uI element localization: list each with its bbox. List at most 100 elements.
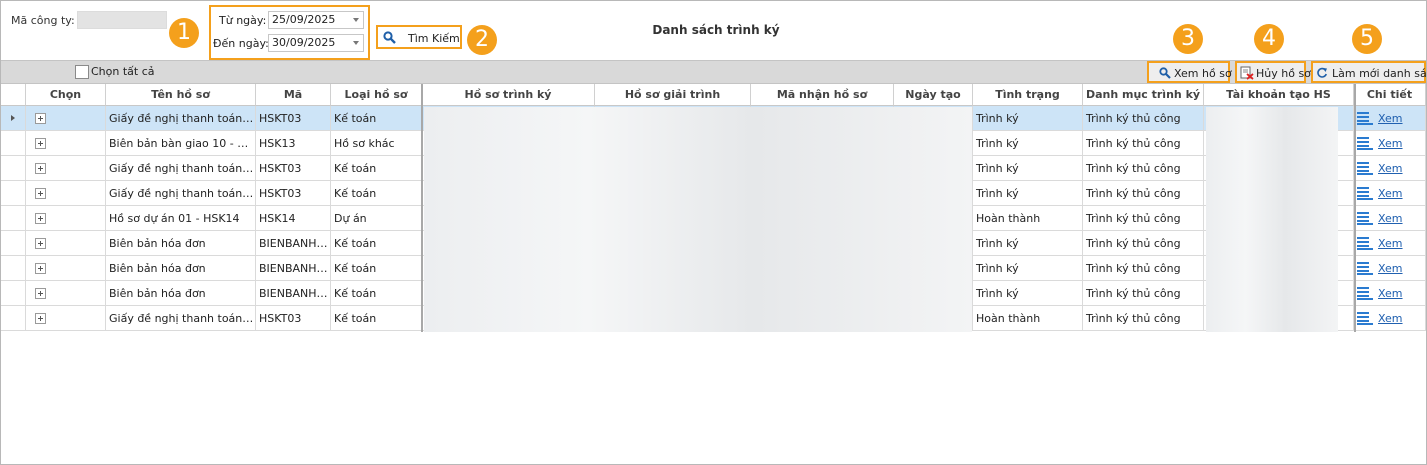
company-input[interactable] bbox=[77, 11, 167, 29]
cell-code: BIENBANHO... bbox=[256, 231, 331, 256]
view-file-label: Xem hồ sơ bbox=[1174, 67, 1232, 80]
row-indicator-cell bbox=[1, 131, 26, 156]
cell-file-type: Kế toán bbox=[331, 256, 422, 281]
cell-file-name: Giấy đề nghị thanh toán 03... bbox=[106, 106, 256, 131]
search-button-label: Tìm Kiếm bbox=[408, 32, 460, 45]
cell-detail: Xem bbox=[1354, 281, 1426, 306]
row-indicator-cell bbox=[1, 281, 26, 306]
chevron-down-icon[interactable] bbox=[353, 41, 359, 45]
cell-code: HSK13 bbox=[256, 131, 331, 156]
cell-category: Trình ký thủ công bbox=[1083, 181, 1204, 206]
header-file-name[interactable]: Tên hồ sơ bbox=[106, 84, 256, 106]
list-detail-icon bbox=[1357, 237, 1373, 250]
cell-category: Trình ký thủ công bbox=[1083, 281, 1204, 306]
cell-code: HSK14 bbox=[256, 206, 331, 231]
cell-code: BIENBANHO... bbox=[256, 256, 331, 281]
view-detail-link[interactable]: Xem bbox=[1378, 181, 1403, 205]
view-detail-link[interactable]: Xem bbox=[1378, 231, 1403, 255]
header-category[interactable]: Danh mục trình ký bbox=[1083, 84, 1204, 106]
cell-file-name: Giấy đề nghị thanh toán 03... bbox=[106, 306, 256, 331]
to-date-input[interactable]: 30/09/2025 bbox=[268, 34, 364, 52]
view-detail-link[interactable]: Xem bbox=[1378, 256, 1403, 280]
cancel-file-button[interactable]: Hủy hồ sơ bbox=[1235, 61, 1311, 83]
cell-status: Trình ký bbox=[973, 106, 1083, 131]
badge-1: 1 bbox=[169, 18, 199, 48]
cell-category: Trình ký thủ công bbox=[1083, 131, 1204, 156]
cell-file-name: Biên bản hóa đơn bbox=[106, 231, 256, 256]
cell-select bbox=[26, 156, 106, 181]
cell-file-name: Hồ sơ dự án 01 - HSK14 bbox=[106, 206, 256, 231]
cell-detail: Xem bbox=[1354, 306, 1426, 331]
list-detail-icon bbox=[1357, 262, 1373, 275]
header-select[interactable]: Chọn bbox=[26, 84, 106, 106]
header-detail[interactable]: Chi tiết bbox=[1354, 84, 1426, 106]
expand-plus-icon[interactable] bbox=[35, 163, 46, 174]
cell-file-name: Biên bản bàn giao 10 - HSK13 bbox=[106, 131, 256, 156]
row-indicator-cell bbox=[1, 306, 26, 331]
expand-plus-icon[interactable] bbox=[35, 238, 46, 249]
badge-3: 3 bbox=[1173, 24, 1203, 54]
expand-plus-icon[interactable] bbox=[35, 288, 46, 299]
expand-plus-icon[interactable] bbox=[35, 213, 46, 224]
checkbox-box[interactable] bbox=[75, 65, 89, 79]
list-detail-icon bbox=[1357, 287, 1373, 300]
refresh-list-button[interactable]: Làm mới danh sách bbox=[1311, 61, 1427, 83]
view-file-button[interactable]: Xem hồ sơ bbox=[1147, 61, 1232, 83]
toolbar: Chọn tất cả Xem hồ sơ Hủy hồ sơ Làm mới … bbox=[1, 60, 1427, 84]
cell-status: Trình ký bbox=[973, 156, 1083, 181]
expand-plus-icon[interactable] bbox=[35, 188, 46, 199]
cell-file-name: Biên bản hóa đơn bbox=[106, 256, 256, 281]
row-indicator-cell bbox=[1, 156, 26, 181]
header-receive-code[interactable]: Mã nhận hồ sơ bbox=[751, 84, 894, 106]
cell-detail: Xem bbox=[1354, 206, 1426, 231]
view-detail-link[interactable]: Xem bbox=[1378, 131, 1403, 155]
cell-detail: Xem bbox=[1354, 156, 1426, 181]
view-detail-link[interactable]: Xem bbox=[1378, 306, 1403, 330]
to-date-value: 30/09/2025 bbox=[272, 36, 336, 49]
cell-file-type: Kế toán bbox=[331, 281, 422, 306]
cell-file-type: Kế toán bbox=[331, 106, 422, 131]
expand-plus-icon[interactable] bbox=[35, 138, 46, 149]
cell-category: Trình ký thủ công bbox=[1083, 156, 1204, 181]
cell-status: Trình ký bbox=[973, 281, 1083, 306]
to-date-label: Đến ngày: bbox=[213, 37, 269, 50]
cell-status: Hoàn thành bbox=[973, 206, 1083, 231]
expand-plus-icon[interactable] bbox=[35, 113, 46, 124]
view-detail-link[interactable]: Xem bbox=[1378, 156, 1403, 180]
search-button[interactable]: Tìm Kiếm bbox=[376, 25, 462, 49]
refresh-icon bbox=[1317, 67, 1327, 78]
cancel-document-icon bbox=[1240, 66, 1254, 80]
row-indicator-cell bbox=[1, 206, 26, 231]
cell-detail: Xem bbox=[1354, 106, 1426, 131]
cell-select bbox=[26, 231, 106, 256]
current-row-icon bbox=[11, 115, 15, 121]
cell-detail: Xem bbox=[1354, 231, 1426, 256]
list-detail-icon bbox=[1357, 112, 1373, 125]
header-created-account[interactable]: Tài khoản tạo HS bbox=[1204, 84, 1354, 106]
header-submitted-file[interactable]: Hồ sơ trình ký bbox=[422, 84, 595, 106]
refresh-list-label: Làm mới danh sách bbox=[1332, 67, 1427, 80]
cell-code: HSKT03 bbox=[256, 181, 331, 206]
cell-file-type: Kế toán bbox=[331, 231, 422, 256]
expand-plus-icon[interactable] bbox=[35, 263, 46, 274]
expand-plus-icon[interactable] bbox=[35, 313, 46, 324]
view-detail-link[interactable]: Xem bbox=[1378, 106, 1403, 130]
header-file-type[interactable]: Loại hồ sơ bbox=[331, 84, 422, 106]
header-explanation-file[interactable]: Hồ sơ giải trình bbox=[595, 84, 751, 106]
header-created-date[interactable]: Ngày tạo bbox=[894, 84, 973, 106]
cell-select bbox=[26, 206, 106, 231]
header-code[interactable]: Mã bbox=[256, 84, 331, 106]
from-date-label: Từ ngày: bbox=[219, 14, 267, 27]
header-indicator bbox=[1, 84, 26, 106]
cell-file-name: Biên bản hóa đơn bbox=[106, 281, 256, 306]
cell-code: HSKT03 bbox=[256, 156, 331, 181]
cell-status: Trình ký bbox=[973, 256, 1083, 281]
cell-file-type: Kế toán bbox=[331, 156, 422, 181]
header-status[interactable]: Tình trạng bbox=[973, 84, 1083, 106]
cell-detail: Xem bbox=[1354, 181, 1426, 206]
view-detail-link[interactable]: Xem bbox=[1378, 281, 1403, 305]
from-date-input[interactable]: 25/09/2025 bbox=[268, 11, 364, 29]
chevron-down-icon[interactable] bbox=[353, 18, 359, 22]
list-detail-icon bbox=[1357, 162, 1373, 175]
view-detail-link[interactable]: Xem bbox=[1378, 206, 1403, 230]
